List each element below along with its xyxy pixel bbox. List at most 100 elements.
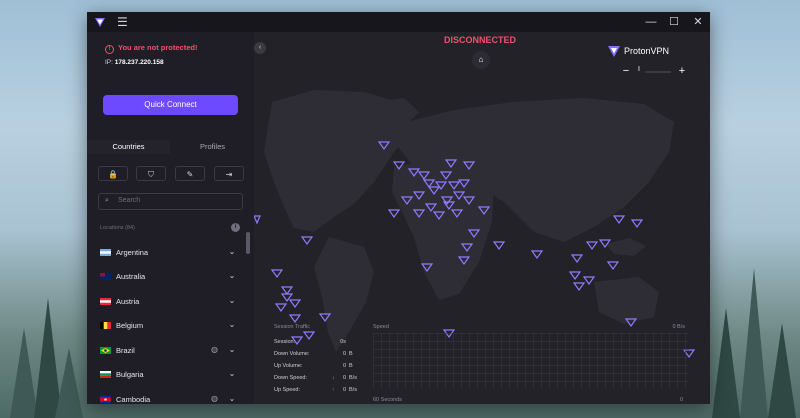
country-row-bulgaria[interactable]: Bulgaria ⌄	[87, 363, 244, 387]
zoom-in-button[interactable]: +	[676, 65, 688, 77]
collapse-sidebar-button[interactable]: ‹	[254, 42, 266, 54]
traffic-label: Up Volume:	[274, 363, 303, 369]
country-row-brazil[interactable]: Brazil ◍ ⌄	[87, 339, 244, 363]
minimize-button[interactable]: —	[642, 14, 660, 30]
protection-warning: ! You are not protected!	[105, 43, 197, 54]
tree	[712, 308, 740, 418]
close-button[interactable]: ✕	[689, 14, 707, 30]
country-name: Cambodia	[116, 395, 151, 404]
hamburger-menu-icon[interactable]: ☰	[117, 15, 128, 29]
country-name: Bulgaria	[116, 370, 144, 379]
app-window: ☰ — ☐ ✕ ! You are not protected! IP: 178.…	[87, 12, 710, 404]
home-icon[interactable]: ⌂	[472, 51, 490, 69]
tree	[768, 323, 796, 418]
search-placeholder: Search	[118, 197, 141, 204]
chevron-down-icon[interactable]: ⌄	[226, 319, 238, 331]
title-bar: ☰ — ☐ ✕	[87, 12, 710, 32]
traffic-value: 0s	[340, 339, 346, 345]
tab-countries[interactable]: Countries	[87, 140, 170, 154]
traffic-value: 0	[342, 351, 346, 357]
traffic-row-down-volume: Down Volume: 0 B	[274, 351, 358, 361]
chevron-down-icon[interactable]: ⌄	[226, 393, 238, 404]
zoom-bar[interactable]	[645, 71, 671, 73]
traffic-value: 0	[342, 375, 346, 381]
protonvpn-logo-icon	[608, 46, 620, 57]
traffic-label: Session:	[274, 339, 296, 345]
info-icon[interactable]: i	[231, 223, 240, 232]
speed-grid	[373, 333, 689, 388]
speed-title: Speed	[373, 324, 389, 330]
connection-status: DISCONNECTED	[444, 35, 517, 45]
shield-filter-button[interactable]: ⛉	[136, 166, 166, 181]
traffic-label: Down Volume:	[274, 351, 310, 357]
tor-filter-button[interactable]: ⇥	[214, 166, 244, 181]
scrollbar[interactable]	[246, 232, 250, 254]
speed-max-label: 0 B/s	[672, 324, 685, 330]
brand-name: ProtonVPN	[624, 46, 670, 56]
proton-logo-icon	[95, 18, 105, 27]
traffic-row-up-volume: Up Volume: 0 B	[274, 363, 358, 373]
country-name: Argentina	[116, 248, 149, 257]
chevron-down-icon[interactable]: ⌄	[226, 270, 238, 282]
traffic-label: Down Speed:	[274, 375, 308, 381]
tab-profiles[interactable]: Profiles	[171, 140, 254, 154]
traffic-value: 0	[342, 363, 346, 369]
country-row-austria[interactable]: Austria ⌄	[87, 290, 244, 314]
locations-header: Locations (84)	[100, 225, 135, 231]
traffic-label: Up Speed:	[274, 387, 300, 393]
flag-icon	[100, 347, 111, 354]
down-arrow-icon: ↓	[332, 375, 335, 381]
traffic-unit: B	[349, 363, 353, 369]
country-name: Austria	[116, 297, 140, 306]
globe-icon: ◍	[211, 394, 218, 403]
p2p-filter-button[interactable]: ✎	[175, 166, 205, 181]
speed-graph: Speed 0 B/s 60 Seconds 0	[371, 324, 691, 403]
sidebar: ! You are not protected! IP: 178.237.220.…	[87, 32, 254, 404]
ip-label: IP:	[105, 59, 113, 66]
chevron-down-icon[interactable]: ⌄	[226, 344, 238, 356]
search-input[interactable]: ⌕ Search	[98, 193, 243, 210]
zoom-control: − I +	[620, 65, 690, 79]
traffic-unit: B/s	[349, 375, 357, 381]
flag-icon	[100, 322, 111, 329]
chevron-down-icon[interactable]: ⌄	[226, 246, 238, 258]
zoom-out-button[interactable]: −	[620, 65, 632, 77]
quick-connect-button[interactable]: Quick Connect	[103, 95, 238, 115]
country-row-australia[interactable]: Australia ⌄	[87, 265, 244, 289]
traffic-unit: B	[349, 351, 353, 357]
speed-x-label: 60 Seconds	[373, 397, 403, 403]
flag-icon	[100, 396, 111, 403]
filter-bar: 🔒 ⛉ ✎ ⇥	[98, 166, 244, 182]
traffic-row-up-speed: Up Speed: ↑ 0 B/s	[274, 387, 358, 397]
zoom-level: I	[638, 66, 640, 73]
world-map-panel[interactable]: ‹ DISCONNECTED ⌂ ProtonVPN − I + Session…	[254, 32, 710, 404]
traffic-row-session: Session: 0s	[274, 339, 358, 349]
traffic-unit: B/s	[349, 387, 357, 393]
speed-x-max: 0	[679, 397, 683, 403]
flag-icon	[100, 371, 111, 378]
chevron-down-icon[interactable]: ⌄	[226, 368, 238, 380]
country-name: Australia	[116, 272, 146, 281]
country-name: Belgium	[116, 321, 144, 330]
traffic-value: 0	[342, 387, 346, 393]
ip-address: IP: 178.237.220.158	[105, 59, 164, 66]
country-row-belgium[interactable]: Belgium ⌄	[87, 314, 244, 338]
search-icon: ⌕	[105, 197, 109, 204]
ip-value: 178.237.220.158	[114, 59, 164, 66]
tree	[55, 348, 83, 418]
flag-icon	[100, 249, 111, 256]
flag-icon	[100, 273, 111, 280]
up-arrow-icon: ↑	[332, 387, 335, 393]
tree	[740, 268, 768, 418]
traffic-row-down-speed: Down Speed: ↓ 0 B/s	[274, 375, 358, 385]
chevron-down-icon[interactable]: ⌄	[226, 295, 238, 307]
country-row-argentina[interactable]: Argentina ⌄	[87, 241, 244, 265]
tab-bar: Countries Profiles	[87, 140, 254, 158]
maximize-button[interactable]: ☐	[665, 14, 683, 30]
country-row-cambodia[interactable]: Cambodia ◍ ⌄	[87, 388, 244, 404]
session-traffic-title: Session Traffic	[274, 324, 310, 330]
country-name: Brazil	[116, 346, 135, 355]
alert-icon: !	[105, 45, 114, 54]
warning-text: You are not protected!	[118, 43, 198, 52]
secure-core-filter-button[interactable]: 🔒	[98, 166, 128, 181]
